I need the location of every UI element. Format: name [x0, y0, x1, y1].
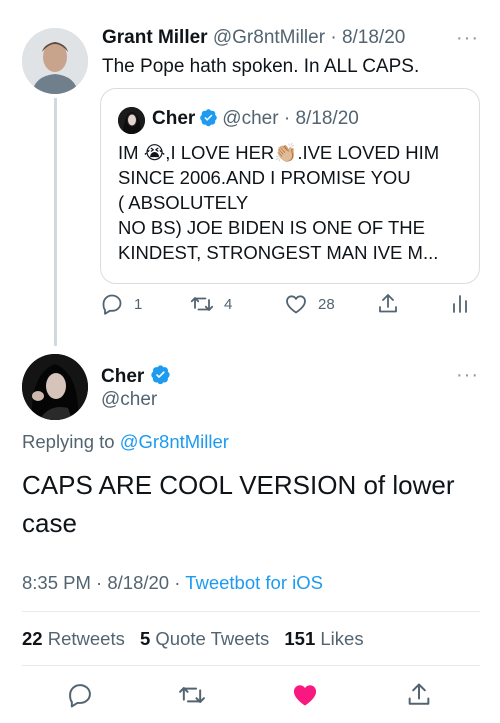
heart-icon [293, 685, 317, 706]
parent-tweet-header: Grant Miller @Gr8ntMiller · 8/18/20 [102, 27, 405, 49]
share-button[interactable] [405, 681, 433, 714]
verified-badge-icon [150, 364, 171, 391]
quote-tweets-label: Quote Tweets [155, 628, 270, 649]
share-icon [379, 294, 397, 313]
divider [22, 611, 480, 612]
client-link[interactable]: Tweetbot for iOS [185, 572, 323, 593]
likes-stat[interactable]: 151 Likes [284, 628, 363, 649]
quoted-author-avatar [118, 107, 145, 134]
more-icon[interactable]: ··· [456, 27, 479, 50]
heart-icon [286, 295, 306, 314]
parent-analytics-button[interactable] [448, 292, 472, 316]
replying-label: Replying to [22, 431, 115, 452]
retweets-count: 22 [22, 628, 43, 649]
parent-retweet-button[interactable]: 4 [190, 292, 232, 316]
main-tweet-text: CAPS ARE COOL VERSION of lower case [22, 470, 455, 538]
reply-count: 1 [134, 295, 143, 313]
share-icon [408, 683, 430, 705]
quoted-tweet-header: Cher @cher · 8/18/20 [152, 108, 359, 133]
quoted-tweet-date: 8/18/20 [295, 108, 359, 129]
more-icon[interactable]: ··· [456, 364, 479, 387]
grant-miller-avatar[interactable] [22, 28, 88, 94]
like-button[interactable] [291, 681, 319, 714]
retweet-icon [190, 297, 214, 311]
parent-tweet-date[interactable]: 8/18/20 [342, 27, 405, 48]
quoted-text-line: SINCE 2006.AND I PROMISE YOU [118, 167, 411, 188]
replying-to: Replying to @Gr8ntMiller [22, 431, 229, 453]
quoted-text-line: NO BS) JOE BIDEN IS ONE OF THE [118, 217, 426, 238]
main-author-handle[interactable]: @cher [101, 389, 157, 411]
tweet-time[interactable]: 8:35 PM [22, 572, 91, 593]
thread-line [54, 98, 57, 346]
reply-icon [69, 684, 91, 708]
tweet-date[interactable]: 8/18/20 [107, 572, 169, 593]
parent-tweet-text: The Pope hath spoken. In ALL CAPS. [102, 56, 420, 77]
separator-dot: · [278, 108, 296, 129]
separator-dot: · [169, 572, 186, 593]
cher-avatar[interactable] [22, 354, 88, 420]
likes-label: Likes [320, 628, 364, 649]
parent-author-handle[interactable]: @Gr8ntMiller [213, 27, 325, 48]
separator-dot: · [325, 27, 342, 48]
quoted-tweet-text: IM 😭,I LOVE HER👏🏼.IVE LOVED HIM SINCE 20… [118, 140, 470, 265]
quote-tweets-stat[interactable]: 5 Quote Tweets [140, 628, 269, 649]
analytics-icon [453, 295, 467, 313]
retweet-button[interactable] [178, 681, 206, 714]
divider [22, 665, 480, 666]
parent-share-button[interactable] [376, 292, 400, 316]
likes-count: 151 [284, 628, 316, 649]
verified-badge-icon [199, 108, 218, 133]
parent-author-name[interactable]: Grant Miller [102, 27, 208, 48]
reply-icon [102, 294, 122, 315]
quoted-text-line: IM 😭,I LOVE HER👏🏼.IVE LOVED HIM [118, 142, 440, 163]
tweet-meta: 8:35 PM · 8/18/20 · Tweetbot for iOS [22, 572, 323, 594]
quote-tweets-count: 5 [139, 628, 151, 649]
quoted-author-handle: @cher [222, 108, 279, 129]
separator-dot: · [90, 572, 108, 593]
like-count: 28 [318, 295, 335, 313]
retweet-count: 4 [224, 295, 233, 313]
quoted-text-line: KINDEST, STRONGEST MAN IVE M... [118, 242, 439, 263]
parent-like-button[interactable]: 28 [284, 292, 335, 316]
retweets-stat[interactable]: 22 Retweets [22, 628, 125, 649]
retweet-icon [179, 687, 205, 703]
main-author-name-row: Cher [101, 364, 175, 391]
reply-button[interactable] [66, 681, 94, 714]
quoted-text-line: ( ABSOLUTELY [118, 192, 249, 213]
retweets-label: Retweets [47, 628, 125, 649]
quoted-author-name: Cher [152, 108, 196, 129]
main-author-name[interactable]: Cher [101, 366, 144, 387]
replying-to-handle-link[interactable]: @Gr8ntMiller [120, 431, 229, 452]
parent-reply-button[interactable]: 1 [100, 292, 142, 316]
tweet-stats: 22 Retweets 5 Quote Tweets 151 Likes [22, 628, 364, 650]
